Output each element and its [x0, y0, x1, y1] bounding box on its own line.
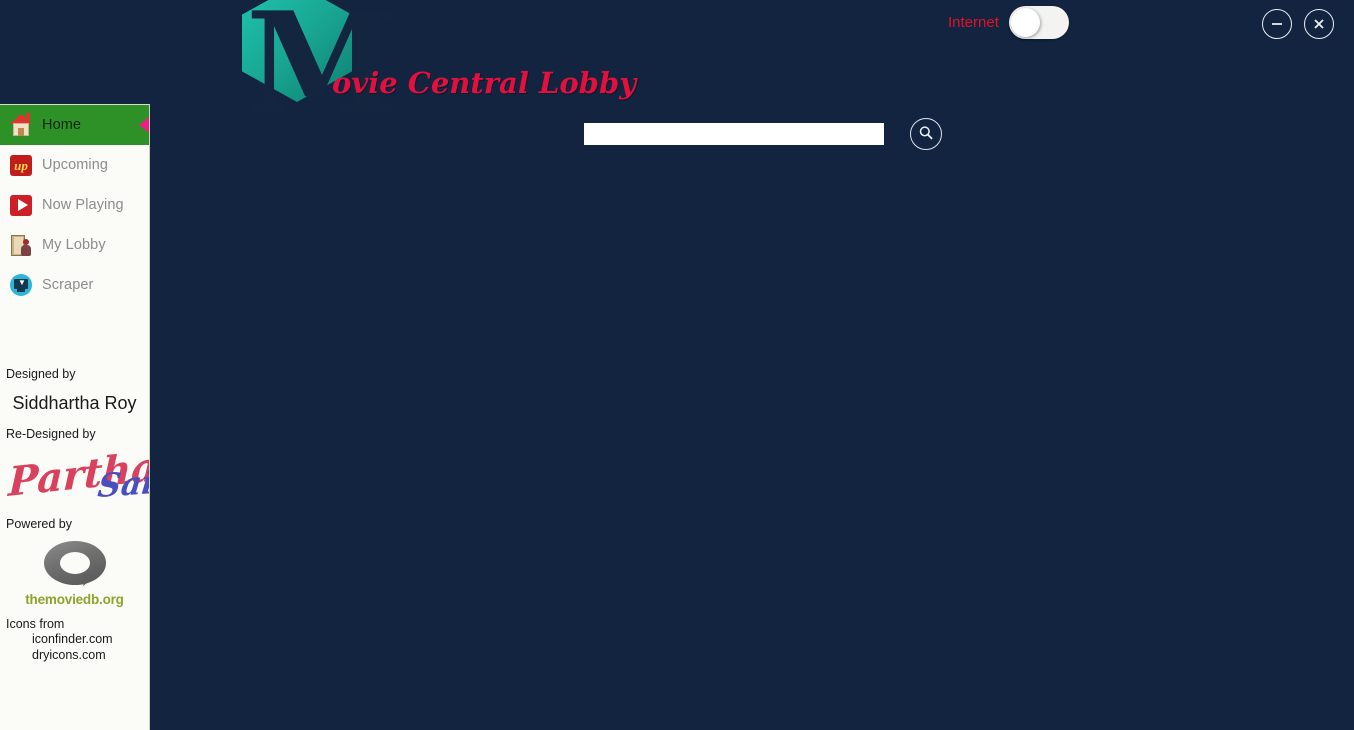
scraper-icon: ▼: [9, 273, 33, 297]
internet-label: Internet: [948, 14, 999, 31]
sidebar-item-now-playing[interactable]: Now Playing: [0, 185, 149, 225]
sidebar-item-label: My Lobby: [42, 237, 106, 253]
minimize-icon: [1269, 16, 1285, 32]
window-controls: [1262, 9, 1334, 39]
signature-second-name: Sai: [96, 462, 150, 506]
close-button[interactable]: [1304, 9, 1334, 39]
designed-by-label: Designed by: [6, 367, 76, 381]
speech-bubble-icon: [43, 541, 106, 591]
redesigned-by-label: Re-Designed by: [6, 427, 96, 441]
sidebar-item-scraper[interactable]: ▼ Scraper: [0, 265, 149, 305]
sidebar-item-label: Home: [42, 117, 82, 133]
sidebar-item-upcoming[interactable]: up Upcoming: [0, 145, 149, 185]
sidebar-credits: Designed by Siddhartha Roy Re-Designed b…: [0, 367, 149, 663]
powered-by-label: Powered by: [6, 517, 73, 531]
play-icon: [9, 193, 33, 217]
door-icon: [9, 233, 33, 257]
signature: Partha Sai: [6, 443, 149, 517]
sidebar-item-label: Upcoming: [42, 157, 109, 173]
internet-toggle-group: Internet: [948, 6, 1069, 39]
sidebar-item-my-lobby[interactable]: My Lobby: [0, 225, 149, 265]
themoviedb-logo[interactable]: themoviedb.org: [6, 541, 143, 607]
sidebar-item-label: Now Playing: [42, 197, 124, 213]
icons-from-label: Icons from: [6, 617, 65, 631]
themoviedb-label: themoviedb.org: [25, 592, 124, 607]
active-pointer-icon: [139, 117, 149, 133]
close-icon: [1311, 16, 1327, 32]
icon-source-dryicons: dryicons.com: [32, 648, 106, 662]
sidebar-item-label: Scraper: [42, 277, 94, 293]
house-icon: [9, 113, 33, 137]
internet-toggle-knob: [1010, 8, 1040, 37]
sidebar: Home up Upcoming Now Playing My Lobby ▼ …: [0, 104, 150, 730]
internet-toggle[interactable]: [1008, 6, 1069, 39]
main-content-area: [151, 104, 1354, 730]
page-title: ovie Central Lobby: [332, 66, 637, 100]
app-logo: M ovie Central Lobby: [232, 0, 636, 132]
upcoming-icon: up: [9, 153, 33, 177]
icon-source-iconfinder: iconfinder.com: [32, 632, 113, 646]
sidebar-item-home[interactable]: Home: [0, 105, 149, 145]
designer-name: Siddhartha Roy: [12, 393, 137, 413]
minimize-button[interactable]: [1262, 9, 1292, 39]
